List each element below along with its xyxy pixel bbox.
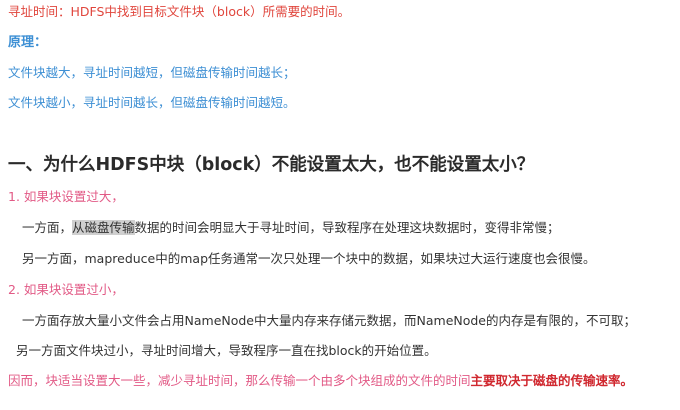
principle-larger-block: 文件块越大，寻址时间越短，但磁盘传输时间越长；: [8, 65, 296, 80]
point-2-line-b: 另一方面文件块过小，寻址时间增大，导致程序一直在找block的开始位置。: [16, 343, 437, 358]
point-1-line-a-post: 数据的时间会明显大于寻址时间，导致程序在处理这块数据时，变得非常慢；: [134, 220, 560, 235]
conclusion-emphasis: 主要取决于磁盘的传输速率。: [470, 373, 634, 388]
section-heading: 一、为什么HDFS中块（block）不能设置太大，也不能设置太小？: [8, 155, 535, 175]
principle-smaller-block: 文件块越小，寻址时间越长，但磁盘传输时间越短。: [8, 95, 296, 110]
point-1-label: 1. 如果块设置过大，: [8, 189, 124, 204]
text-selection-highlight[interactable]: 从磁盘传输: [72, 220, 135, 235]
point-2-line-a: 一方面存放大量小文件会占用NameNode中大量内存来存储元数据，而NameNo…: [22, 313, 637, 328]
point-1-line-a-pre: 一方面，: [22, 220, 73, 235]
principle-label: 原理：: [8, 35, 48, 50]
point-2-label: 2. 如果块设置过小，: [8, 282, 124, 297]
conclusion-text: 因而，块适当设置大一些，减少寻址时间，那么传输一个由多个块组成的文件的时间: [8, 373, 471, 388]
point-1-line-b: 另一方面，mapreduce中的map任务通常一次只处理一个块中的数据，如果块过…: [22, 251, 596, 266]
seek-time-definition: 寻址时间：HDFS中找到目标文件块（block）所需要的时间。: [8, 4, 351, 19]
point-1-line-a: 一方面，从磁盘传输数据的时间会明显大于寻址时间，导致程序在处理这块数据时，变得非…: [22, 219, 560, 237]
conclusion: 因而，块适当设置大一些，减少寻址时间，那么传输一个由多个块组成的文件的时间主要取…: [8, 372, 633, 390]
